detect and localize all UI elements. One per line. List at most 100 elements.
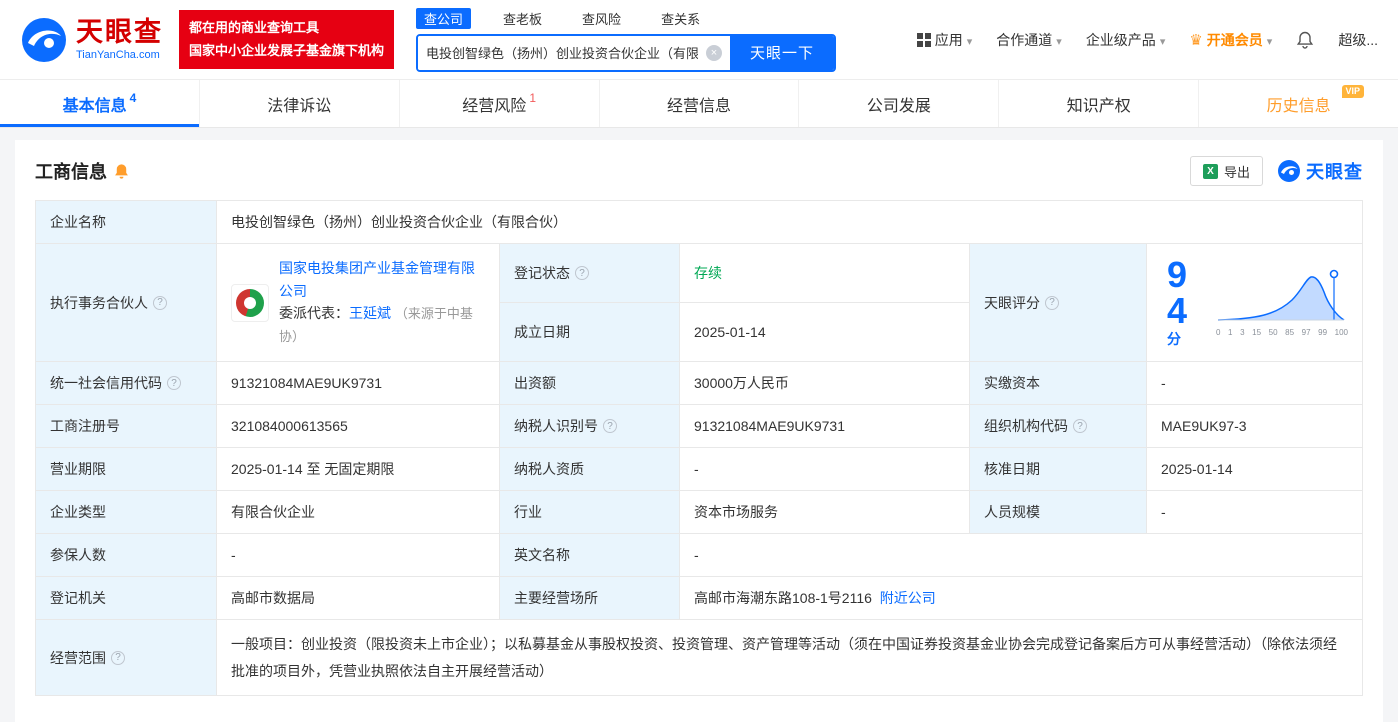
search-tab-risk[interactable]: 查风险 <box>574 8 629 29</box>
search-tab-company[interactable]: 查公司 <box>416 7 472 29</box>
label-company-type: 企业类型 <box>35 490 217 534</box>
tab-operation[interactable]: 经营信息 <box>600 80 800 127</box>
tab-basic-info[interactable]: 基本信息 4 <box>0 80 200 127</box>
value-managing-partner: 国家电投集团产业基金管理有限公司 委派代表：王延斌 （来源于中基协） <box>216 243 500 362</box>
help-icon[interactable] <box>1073 419 1087 433</box>
card-header: 工商信息 导出 天眼查 <box>35 156 1363 186</box>
label-business-scope: 经营范围 <box>35 618 217 697</box>
value-reg-status: 存续 <box>679 243 970 303</box>
chevron-down-icon <box>1267 32 1273 48</box>
help-icon[interactable] <box>575 266 589 280</box>
label-approval-date: 核准日期 <box>969 447 1147 491</box>
export-label: 导出 <box>1223 164 1250 180</box>
nav-apps-label: 应用 <box>934 31 963 48</box>
section-tab-bar: 基本信息 4 法律诉讼 经营风险 1 经营信息 公司发展 知识产权 历史信息 V… <box>0 80 1398 128</box>
value-business-place: 高邮市海潮东路108-1号2116 附近公司 <box>679 576 1363 620</box>
spic-logo-icon <box>236 288 264 317</box>
label-reg-number: 工商注册号 <box>35 404 217 448</box>
chevron-down-icon <box>1056 32 1062 48</box>
alert-bell-icon[interactable] <box>113 163 130 180</box>
tab-ip-label: 知识产权 <box>1066 97 1131 115</box>
tianyancha-eye-icon <box>22 17 66 62</box>
nav-channel-label: 合作通道 <box>996 31 1053 48</box>
value-insured-count: - <box>216 533 500 577</box>
status-badge: 存续 <box>694 265 722 281</box>
label-industry: 行业 <box>499 490 680 534</box>
search-block: 查公司 查老板 查风险 查关系 天眼一下 <box>416 7 837 72</box>
nav-enterprise[interactable]: 企业级产品 <box>1086 30 1166 50</box>
notification-bell-icon[interactable] <box>1296 31 1314 49</box>
chevron-down-icon <box>1160 32 1166 48</box>
table-row: 执行事务合伙人 国家电投集团产业基金管理有限公司 委派代表：王延斌 （来源于中基… <box>35 243 1363 362</box>
table-row: 参保人数 - 英文名称 - <box>35 533 1363 577</box>
tab-development[interactable]: 公司发展 <box>799 80 1000 127</box>
value-paid-capital: - <box>1146 361 1363 405</box>
tianyancha-logo[interactable]: 天眼查 TianYanCha.com <box>20 16 163 64</box>
help-icon[interactable] <box>1045 295 1059 310</box>
tab-risk[interactable]: 经营风险 1 <box>400 80 600 127</box>
value-business-term: 2025-01-14 至 无固定期限 <box>216 447 500 491</box>
tab-history[interactable]: 历史信息 VIP <box>1199 80 1398 127</box>
tab-history-label: 历史信息 <box>1266 97 1331 115</box>
label-capital: 出资额 <box>499 361 680 405</box>
nav-apps[interactable]: 应用 <box>916 30 973 50</box>
nav-enterprise-label: 企业级产品 <box>1085 31 1156 48</box>
tab-basic-count: 4 <box>129 90 137 105</box>
tianyancha-eye-icon <box>1278 160 1300 182</box>
partner-company-link[interactable]: 国家电投集团产业基金管理有限公司 <box>279 260 475 298</box>
value-english-name: - <box>679 533 1363 577</box>
search-input[interactable] <box>418 35 707 70</box>
nav-super-label: 超级... <box>1338 31 1378 48</box>
table-row: 企业名称 电投创智绿色（扬州）创业投资合伙企业（有限合伙） <box>35 200 1363 244</box>
help-icon[interactable] <box>153 295 167 310</box>
value-taxpayer-quality: - <box>679 447 970 491</box>
value-taxpayer-id: 91321084MAE9UK9731 <box>679 404 970 448</box>
score-axis-labels: 0 1 3 15 50 85 97 99 100 <box>1216 328 1348 337</box>
value-est-date: 2025-01-14 <box>679 302 970 362</box>
label-staff-size: 人员规模 <box>969 490 1147 534</box>
brand-name: 天眼查 <box>1306 162 1363 182</box>
search-tabs: 查公司 查老板 查风险 查关系 <box>416 7 836 29</box>
section-title: 工商信息 <box>35 162 107 182</box>
help-icon[interactable] <box>167 376 181 390</box>
partner-company-logo[interactable] <box>231 283 269 322</box>
search-tab-boss[interactable]: 查老板 <box>495 8 550 29</box>
export-button[interactable]: 导出 <box>1189 156 1263 186</box>
clear-search-icon[interactable] <box>706 44 723 61</box>
excel-icon <box>1202 163 1218 179</box>
label-est-date: 成立日期 <box>499 302 680 362</box>
label-credit-code: 统一社会信用代码 <box>35 361 217 405</box>
search-button[interactable]: 天眼一下 <box>730 35 835 70</box>
tab-legal-label: 法律诉讼 <box>267 97 332 115</box>
table-row: 登记机关 高邮市数据局 主要经营场所 高邮市海潮东路108-1号2116 附近公… <box>35 576 1363 620</box>
rep-label: 委派代表： <box>279 305 349 322</box>
table-row: 企业类型 有限合伙企业 行业 资本市场服务 人员规模 - <box>35 490 1363 534</box>
value-tyc-score[interactable]: 94分 0 1 3 15 50 85 97 99 100 <box>1146 243 1363 362</box>
top-header: 天眼查 TianYanCha.com 都在用的商业查询工具 国家中小企业发展子基… <box>0 0 1398 80</box>
value-industry: 资本市场服务 <box>679 490 970 534</box>
rep-name-link[interactable]: 王延斌 <box>349 305 391 321</box>
vip-badge: VIP <box>1341 85 1365 98</box>
nav-vip[interactable]: 开通会员 <box>1189 30 1272 50</box>
tab-legal[interactable]: 法律诉讼 <box>200 80 400 127</box>
search-tab-relation[interactable]: 查关系 <box>653 8 708 29</box>
help-icon[interactable] <box>111 650 125 665</box>
label-business-place: 主要经营场所 <box>499 576 680 620</box>
label-tyc-score: 天眼评分 <box>969 243 1147 362</box>
nearby-companies-link[interactable]: 附近公司 <box>880 590 936 606</box>
tab-ip[interactable]: 知识产权 <box>999 80 1200 127</box>
promo-line-2: 国家中小企业发展子基金旗下机构 <box>189 42 385 58</box>
value-business-scope: 一般项目：创业投资（限投资未上市企业）；以私募基金从事股权投资、投资管理、资产管… <box>216 618 1363 697</box>
chevron-down-icon <box>967 32 973 48</box>
help-icon[interactable] <box>603 419 617 433</box>
nav-vip-label: 开通会员 <box>1206 31 1263 48</box>
tab-operation-label: 经营信息 <box>667 97 732 115</box>
table-row: 经营范围 一般项目：创业投资（限投资未上市企业）；以私募基金从事股权投资、投资管… <box>35 618 1363 697</box>
tab-risk-count: 1 <box>529 90 536 105</box>
nav-channel[interactable]: 合作通道 <box>996 30 1062 50</box>
table-row: 工商注册号 321084000613565 纳税人识别号 91321084MAE… <box>35 404 1363 448</box>
logo-domain: TianYanCha.com <box>76 49 160 62</box>
value-staff-size: - <box>1146 490 1363 534</box>
label-company-name: 企业名称 <box>35 200 217 244</box>
nav-super[interactable]: 超级... <box>1338 30 1378 50</box>
